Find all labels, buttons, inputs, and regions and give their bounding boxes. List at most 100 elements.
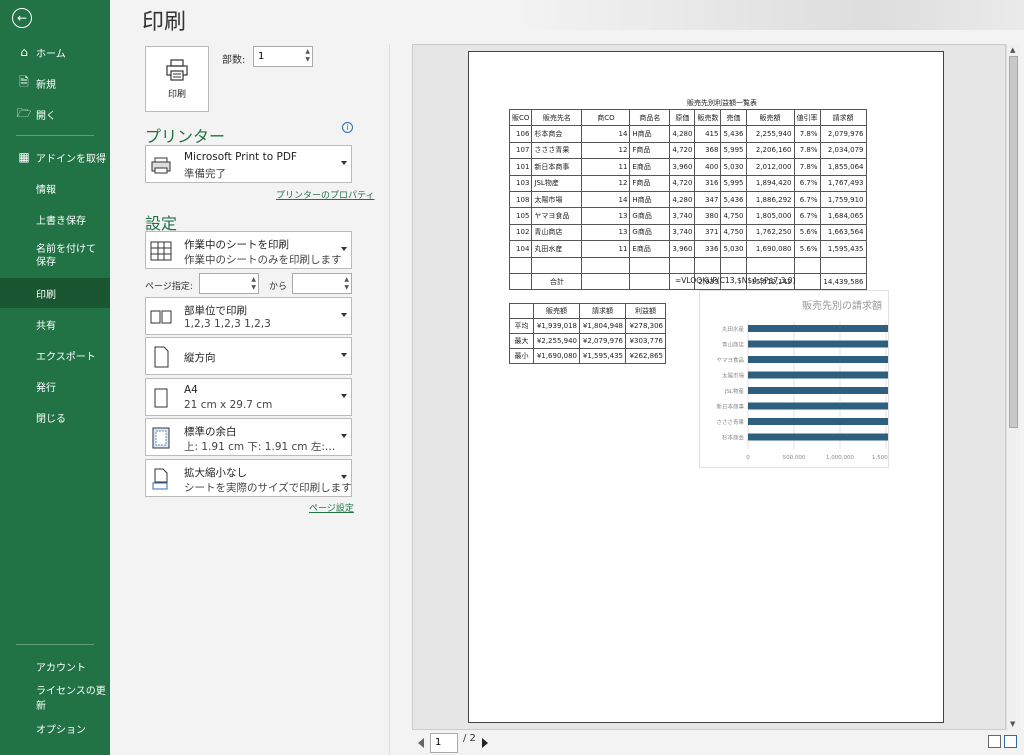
- table-row-blank: [508, 256, 867, 274]
- sidebar-item-save[interactable]: 上書き保存: [0, 204, 110, 234]
- table-cell: 14: [581, 125, 631, 143]
- copies-input[interactable]: 1 ▲ ▼: [253, 46, 313, 67]
- print-button[interactable]: 印刷: [145, 46, 209, 112]
- table-cell: 108: [508, 190, 533, 209]
- table-cell: 1,762,250: [745, 223, 795, 242]
- printer-select[interactable]: Microsoft Print to PDF 準備完了: [145, 145, 352, 183]
- table-cell: 102: [508, 223, 533, 242]
- next-page-icon[interactable]: [482, 738, 488, 748]
- pages-to-spinner[interactable]: ▲ ▼: [344, 276, 349, 292]
- table-row: 105 ヤマヨ食品 13 G商品 3,740 380 4,750 1,805,000 6.7% 1…: [508, 207, 867, 225]
- sidebar-item-close[interactable]: 閉じる: [0, 402, 110, 432]
- table-cell: 11: [581, 240, 631, 258]
- sidebar-item-label: 情報: [36, 184, 56, 196]
- info-icon[interactable]: i: [342, 122, 353, 133]
- sidebar-item-publish[interactable]: 発行: [0, 371, 110, 401]
- back-arrow-icon[interactable]: ←: [12, 8, 32, 28]
- pages-to-input[interactable]: ▲ ▼: [292, 273, 352, 294]
- summary-cell: ¥262,865: [625, 348, 666, 364]
- sheet-title: 販売先別利益額一覧表: [687, 99, 757, 107]
- print-button-label: 印刷: [167, 89, 186, 100]
- chart-title: 販売先別の請求額: [802, 301, 882, 312]
- dropdown-arrow-icon: [341, 353, 347, 357]
- table-header-cell: 原価: [669, 108, 696, 127]
- print-what-select[interactable]: 作業中のシートを印刷 作業中のシートのみを印刷します: [145, 231, 352, 269]
- scaling-desc: シートを実際のサイズで印刷します: [184, 482, 352, 494]
- orientation-select[interactable]: 縦方向: [145, 337, 352, 375]
- table-cell: 1,684,065: [819, 207, 867, 225]
- table-row: 103 JSL物産 12 F商品 4,720 316 5,995 1,894,420 6.7% 1…: [508, 174, 867, 192]
- zoom-to-page-icon[interactable]: [1004, 735, 1017, 748]
- table-header-cell: 販売先名: [531, 108, 583, 127]
- table-row: 106 杉本商会 14 H商品 4,280 415 5,436 2,255,940 7.8% 2,…: [508, 125, 867, 143]
- sidebar-item-label: 発行: [36, 382, 56, 394]
- sidebar-item-export[interactable]: エクスポート: [0, 340, 110, 370]
- sidebar-item-label: アドインを取得: [36, 153, 106, 165]
- sidebar-item-save-as[interactable]: 名前を付けて保存: [0, 236, 110, 276]
- table-cell: 3,740: [669, 223, 696, 242]
- pages-from-spinner[interactable]: ▲ ▼: [251, 276, 256, 292]
- pages-from-input[interactable]: ▲ ▼: [199, 273, 259, 294]
- paper-size-select[interactable]: A4 21 cm x 29.7 cm: [145, 378, 352, 416]
- sidebar-item-label: ホーム: [36, 48, 66, 60]
- scaling-select[interactable]: 拡大縮小なし シートを実際のサイズで印刷します: [145, 459, 352, 497]
- sidebar-item-new[interactable]: 🗎 新規: [0, 68, 110, 98]
- copies-value: 1: [258, 51, 265, 62]
- show-margins-icon[interactable]: [988, 735, 1001, 748]
- table-cell: 104: [508, 240, 533, 258]
- sidebar-item-share[interactable]: 共有: [0, 309, 110, 339]
- table-cell: 4,280: [669, 190, 696, 209]
- table-cell: 103: [508, 174, 533, 192]
- table-cell: 368: [694, 141, 722, 160]
- total-billing: 14,439,586: [819, 272, 867, 291]
- sidebar-item-options[interactable]: オプション: [0, 713, 110, 743]
- page-setup-link[interactable]: ページ設定: [309, 501, 354, 514]
- sidebar-item-print[interactable]: 印刷: [0, 278, 110, 308]
- collate-select[interactable]: 部単位で印刷 1,2,3 1,2,3 1,2,3: [145, 297, 352, 335]
- sidebar-item-account[interactable]: アカウント: [0, 651, 110, 681]
- sidebar-item-info[interactable]: 情報: [0, 173, 110, 203]
- scroll-down-icon[interactable]: ▼: [1010, 720, 1015, 728]
- table-cell: 371: [694, 223, 722, 242]
- sidebar-item-label: 閉じる: [36, 413, 66, 425]
- scroll-up-icon[interactable]: ▲: [1010, 46, 1015, 54]
- table-cell: 1,767,493: [819, 174, 867, 192]
- page-number-input[interactable]: 1: [430, 733, 458, 753]
- scroll-thumb[interactable]: [1009, 56, 1018, 428]
- previous-page-icon[interactable]: [418, 738, 424, 748]
- table-cell: 14: [581, 190, 631, 209]
- sidebar-item-label: アカウント: [36, 662, 86, 674]
- addins-grid-icon: ▦: [18, 150, 30, 164]
- billing-chart: 販売先別の請求額 0500,0001,000,0001,500,0002,000…: [699, 290, 889, 468]
- orientation-value: 縦方向: [184, 352, 216, 364]
- copies-spinner[interactable]: ▲ ▼: [305, 48, 310, 64]
- table-cell: 316: [694, 174, 722, 192]
- table-cell: 杉本商会: [531, 125, 583, 143]
- table-cell: 105: [508, 207, 533, 225]
- dropdown-arrow-icon: [341, 434, 347, 438]
- sidebar-item-get-addins[interactable]: ▦ アドインを取得: [0, 142, 110, 172]
- chart-bar: [748, 418, 888, 425]
- table-cell: E商品: [629, 158, 671, 176]
- sidebar-item-label: 新規: [36, 79, 56, 91]
- table-cell: 4,750: [720, 223, 747, 242]
- chart-x-tick: 1,000,000: [826, 455, 854, 461]
- preview-page: 販売先別利益額一覧表 販CO 販売先名 商CO 商品名 原価 販売数 売価 販売…: [468, 51, 944, 723]
- table-cell: 1,855,064: [819, 158, 867, 176]
- margins-icon: [152, 427, 170, 449]
- printer-properties-link[interactable]: プリンターのプロパティ: [276, 188, 374, 201]
- preview-scrollbar[interactable]: ▲ ▼: [1006, 44, 1020, 730]
- table-cell: 336: [694, 240, 722, 258]
- sidebar-item-license[interactable]: ライセンスの更新: [0, 682, 110, 712]
- header-decoration: [520, 0, 1024, 30]
- margins-select[interactable]: 標準の余白 上: 1.91 cm 下: 1.91 cm 左:…: [145, 418, 352, 456]
- sidebar-item-open[interactable]: 🗁 開く: [0, 99, 110, 129]
- sidebar-item-home[interactable]: ⌂ ホーム: [0, 37, 110, 67]
- formula-text: =VLOOKUP(C13,$N$4:$P$7,3,0): [675, 276, 796, 285]
- sidebar-divider: [16, 135, 94, 136]
- home-icon: ⌂: [20, 45, 28, 59]
- printer-status: 準備完了: [184, 168, 226, 180]
- table-cell: 6.7%: [793, 174, 821, 192]
- page-total: / 2: [463, 733, 476, 744]
- table-header-cell: 販CO: [508, 108, 533, 127]
